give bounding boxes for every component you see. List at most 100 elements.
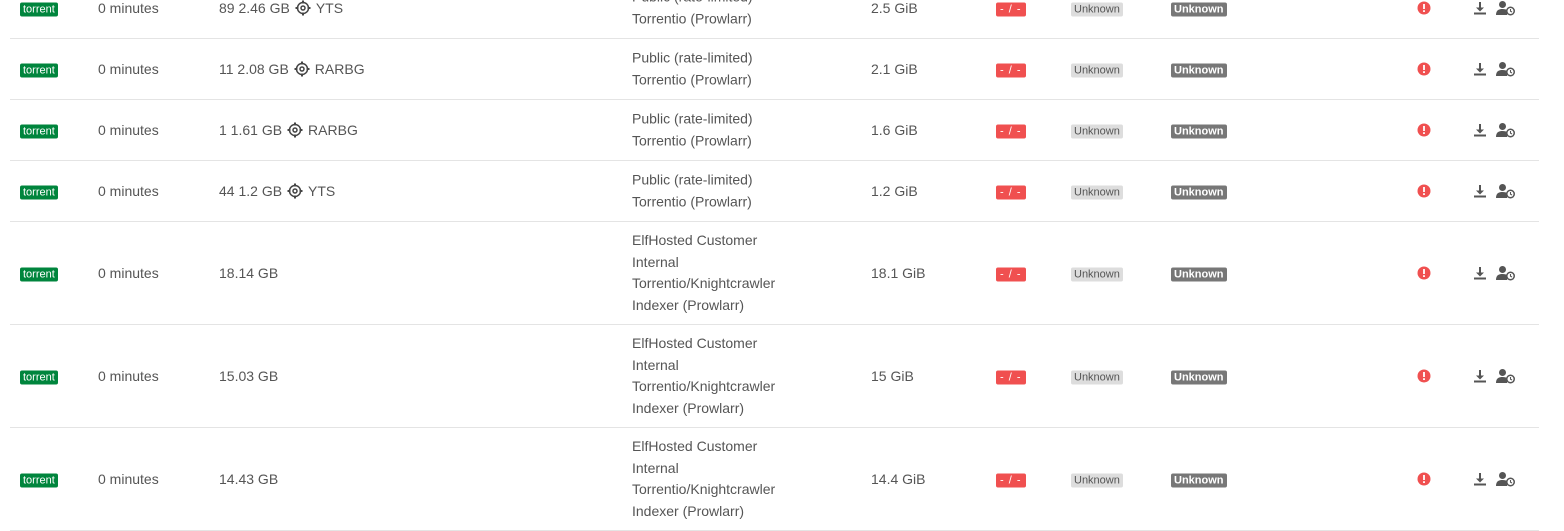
peers-cell: - / - [996, 183, 1026, 200]
download-icon[interactable] [1473, 266, 1487, 280]
indexer-line: Internal [632, 253, 679, 270]
download-icon[interactable] [1473, 123, 1487, 137]
indexer-line: Torrentio/Knightcrawler [632, 378, 776, 394]
download-icon[interactable] [1473, 369, 1487, 383]
indexer-line: Public (rate-limited) [632, 49, 753, 66]
release-title-text[interactable]: 18.14 GB [219, 265, 278, 281]
quality-badge: Unknown [1171, 2, 1227, 17]
exclamation-circle-icon[interactable] [1417, 184, 1431, 198]
language-badge: Unknown [1071, 473, 1123, 488]
quality-cell: Unknown [1171, 0, 1227, 17]
peers-badge: - / - [996, 2, 1026, 17]
size-cell: 14.4 GiB [871, 471, 926, 487]
release-title[interactable]: 18.14 GB [219, 265, 278, 281]
peers-badge: - / - [996, 267, 1026, 282]
indexer-cell: Public (rate-limited) Torrentio (Prowlarr… [632, 48, 802, 91]
quality-cell: Unknown [1171, 183, 1227, 200]
quality-badge: Unknown [1171, 185, 1227, 200]
indexer-line: Indexer (Prowlarr) [632, 502, 745, 519]
protocol-badge: torrent [20, 63, 58, 78]
release-title[interactable]: 1 1.61 GB RARBG [219, 122, 358, 138]
user-clock-icon[interactable] [1496, 183, 1516, 199]
quality-badge: Unknown [1171, 124, 1227, 139]
exclamation-circle-icon[interactable] [1417, 62, 1431, 76]
protocol-cell: torrent [20, 368, 58, 385]
size-cell: 18.1 GiB [871, 265, 926, 281]
peers-cell: - / - [996, 471, 1026, 488]
quality-cell: Unknown [1171, 471, 1227, 488]
user-clock-icon[interactable] [1496, 265, 1516, 281]
indexer-line: Torrentio/Knightcrawler [632, 481, 776, 497]
indexer-line: Indexer (Prowlarr) [632, 399, 745, 416]
exclamation-circle-icon[interactable] [1417, 472, 1431, 486]
indexer-cell: ElfHosted Customer Internal Torrentio/Knig… [632, 333, 802, 419]
release-results-table: torrent 0 minutes 89 2.46 GB YTS Public (rat… [10, 0, 1539, 531]
table-row: torrent 0 minutes 15.03 GB ElfHosted Custom… [10, 325, 1539, 428]
release-title[interactable]: 11 2.08 GB RARBG [219, 61, 365, 77]
release-title-text[interactable]: 89 2.46 GB [219, 0, 290, 16]
release-tag: YTS [315, 0, 344, 16]
download-icon[interactable] [1473, 184, 1487, 198]
user-clock-icon[interactable] [1496, 61, 1516, 77]
language-badge: Unknown [1071, 2, 1123, 17]
quality-cell: Unknown [1171, 122, 1227, 139]
release-title[interactable]: 44 1.2 GB YTS [219, 183, 335, 199]
age-cell: 0 minutes [98, 471, 159, 487]
size-cell: 2.1 GiB [871, 61, 918, 77]
indexer-line: Internal [632, 459, 679, 476]
language-cell: Unknown [1071, 368, 1123, 385]
user-clock-icon[interactable] [1496, 122, 1516, 138]
indexer-line: ElfHosted Customer [632, 335, 758, 351]
settings-gear-icon [287, 122, 303, 138]
user-clock-icon[interactable] [1496, 471, 1516, 487]
protocol-cell: torrent [20, 183, 58, 200]
exclamation-circle-icon[interactable] [1417, 123, 1431, 137]
protocol-badge: torrent [20, 267, 58, 282]
release-title-text[interactable]: 14.43 GB [219, 471, 278, 487]
download-icon[interactable] [1473, 62, 1487, 76]
release-tag: YTS [308, 183, 336, 199]
indexer-line: Internal [632, 356, 679, 373]
release-title-text[interactable]: 11 2.08 GB [219, 61, 289, 77]
peers-badge: - / - [996, 473, 1026, 488]
release-title-text[interactable]: 15.03 GB [219, 368, 278, 384]
language-cell: Unknown [1071, 471, 1123, 488]
user-clock-icon[interactable] [1496, 368, 1516, 384]
protocol-cell: torrent [20, 61, 58, 78]
release-title[interactable]: 14.43 GB [219, 471, 278, 487]
language-cell: Unknown [1071, 122, 1123, 139]
quality-badge: Unknown [1171, 473, 1227, 488]
language-cell: Unknown [1071, 61, 1123, 78]
release-title-text[interactable]: 44 1.2 GB [219, 183, 282, 199]
indexer-line: Torrentio/Knightcrawler [632, 275, 776, 291]
protocol-badge: torrent [20, 2, 58, 17]
release-title[interactable]: 15.03 GB [219, 368, 278, 384]
table-row: torrent 0 minutes 1 1.61 GB RARBG Public (ra… [10, 100, 1539, 161]
download-icon[interactable] [1473, 472, 1487, 486]
language-cell: Unknown [1071, 265, 1123, 282]
protocol-cell: torrent [20, 265, 58, 282]
indexer-line: Torrentio (Prowlarr) [632, 10, 752, 26]
release-title[interactable]: 89 2.46 GB YTS [219, 0, 343, 16]
quality-badge: Unknown [1171, 267, 1227, 282]
size-cell: 2.5 GiB [871, 0, 918, 16]
indexer-line: ElfHosted Customer [632, 438, 758, 454]
protocol-badge: torrent [20, 124, 58, 139]
quality-cell: Unknown [1171, 265, 1227, 282]
indexer-line: Indexer (Prowlarr) [632, 296, 745, 313]
language-cell: Unknown [1071, 0, 1123, 17]
exclamation-circle-icon[interactable] [1417, 369, 1431, 383]
download-icon[interactable] [1473, 1, 1487, 15]
exclamation-circle-icon[interactable] [1417, 266, 1431, 280]
indexer-line: Torrentio (Prowlarr) [632, 193, 752, 209]
exclamation-circle-icon[interactable] [1417, 1, 1431, 15]
language-badge: Unknown [1071, 124, 1123, 139]
release-title-text[interactable]: 1 1.61 GB [219, 122, 282, 138]
peers-badge: - / - [996, 370, 1026, 385]
language-badge: Unknown [1071, 370, 1123, 385]
user-clock-icon[interactable] [1496, 0, 1516, 16]
settings-gear-icon [287, 183, 303, 199]
quality-cell: Unknown [1171, 368, 1227, 385]
table-row: torrent 0 minutes 89 2.46 GB YTS Public (rat… [10, 0, 1539, 39]
quality-badge: Unknown [1171, 370, 1227, 385]
